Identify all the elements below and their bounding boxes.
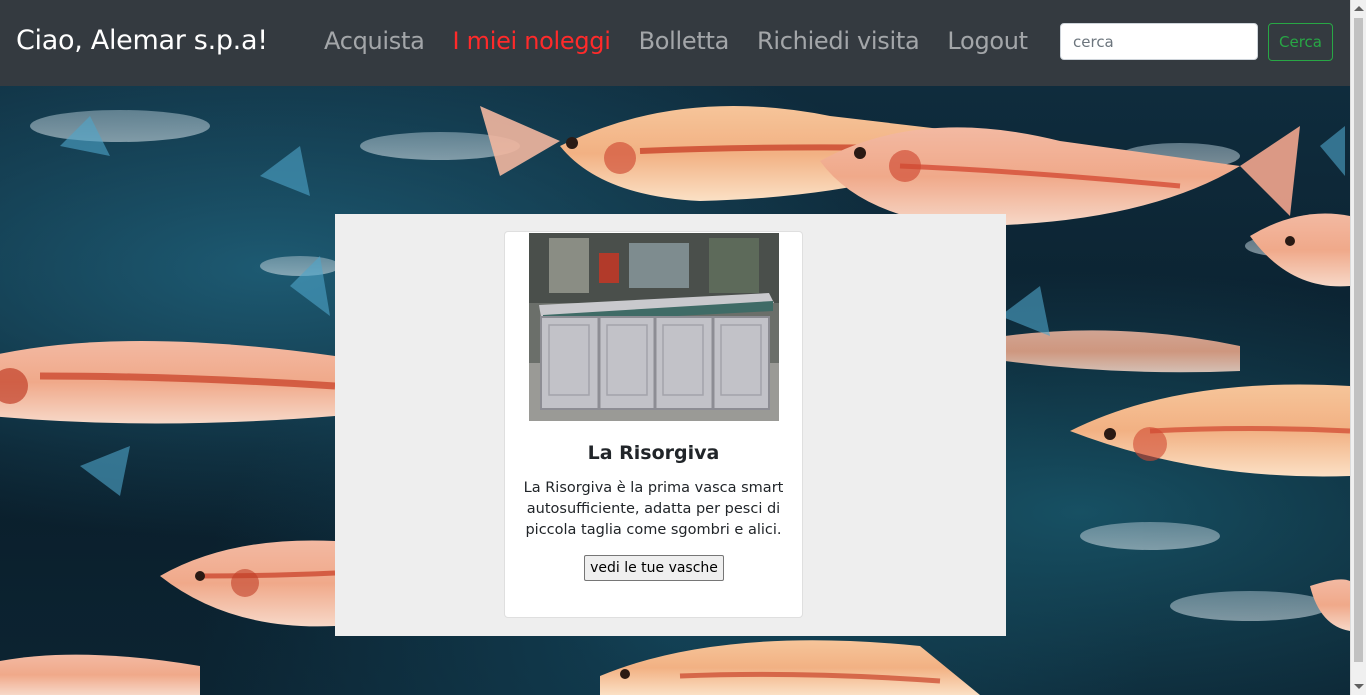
nav-link-logout[interactable]: Logout [933,27,1041,55]
tank-image [529,233,779,421]
nav-link-acquista[interactable]: Acquista [310,27,439,55]
scroll-thumb[interactable] [1354,18,1363,662]
search-input[interactable] [1060,23,1258,60]
brand-greeting: Ciao, Alemar s.p.a! [16,25,268,56]
nav-link-miei-noleggi[interactable]: I miei noleggi [439,27,625,55]
nav-links: Acquista I miei noleggi Bolletta Richied… [310,27,1042,55]
view-tanks-button[interactable]: vedi le tue vasche [584,555,724,581]
content-panel: La Risorgiva La Risorgiva è la prima vas… [335,214,1006,636]
page: Ciao, Alemar s.p.a! Acquista I miei nole… [0,0,1366,695]
nav-link-richiedi-visita[interactable]: Richiedi visita [743,27,933,55]
card-description: La Risorgiva è la prima vasca smart auto… [523,480,784,538]
nav-link-bolletta[interactable]: Bolletta [625,27,743,55]
navbar: Ciao, Alemar s.p.a! Acquista I miei nole… [0,0,1350,86]
vertical-scrollbar[interactable] [1350,0,1366,695]
search-button[interactable]: Cerca [1268,23,1333,61]
product-card: La Risorgiva La Risorgiva è la prima vas… [504,231,803,618]
scroll-down-icon[interactable] [1354,684,1364,689]
card-title: La Risorgiva [587,442,720,464]
scroll-up-icon[interactable] [1354,6,1364,11]
